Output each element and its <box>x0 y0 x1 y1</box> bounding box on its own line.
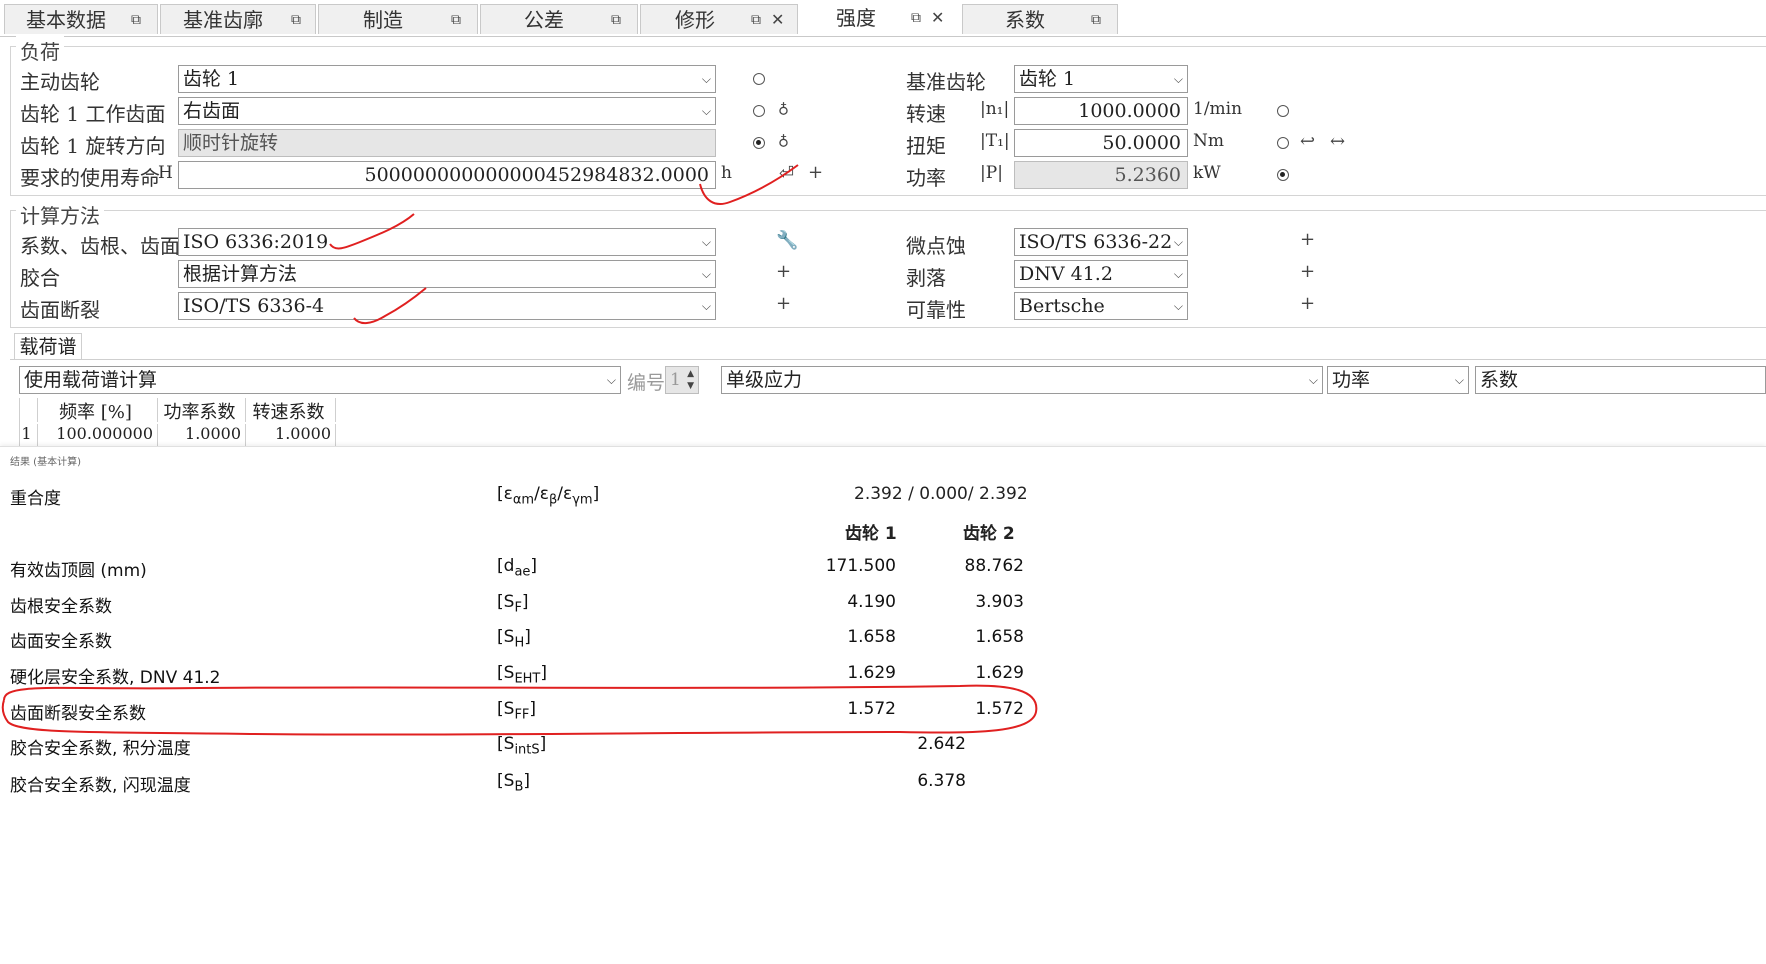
annotation-check-flank <box>353 287 427 324</box>
annotation-ellipse <box>1 684 1038 736</box>
annotation-check-life <box>699 164 799 205</box>
annotation-check-factors <box>329 213 415 250</box>
annotation-layer <box>1 164 1038 736</box>
